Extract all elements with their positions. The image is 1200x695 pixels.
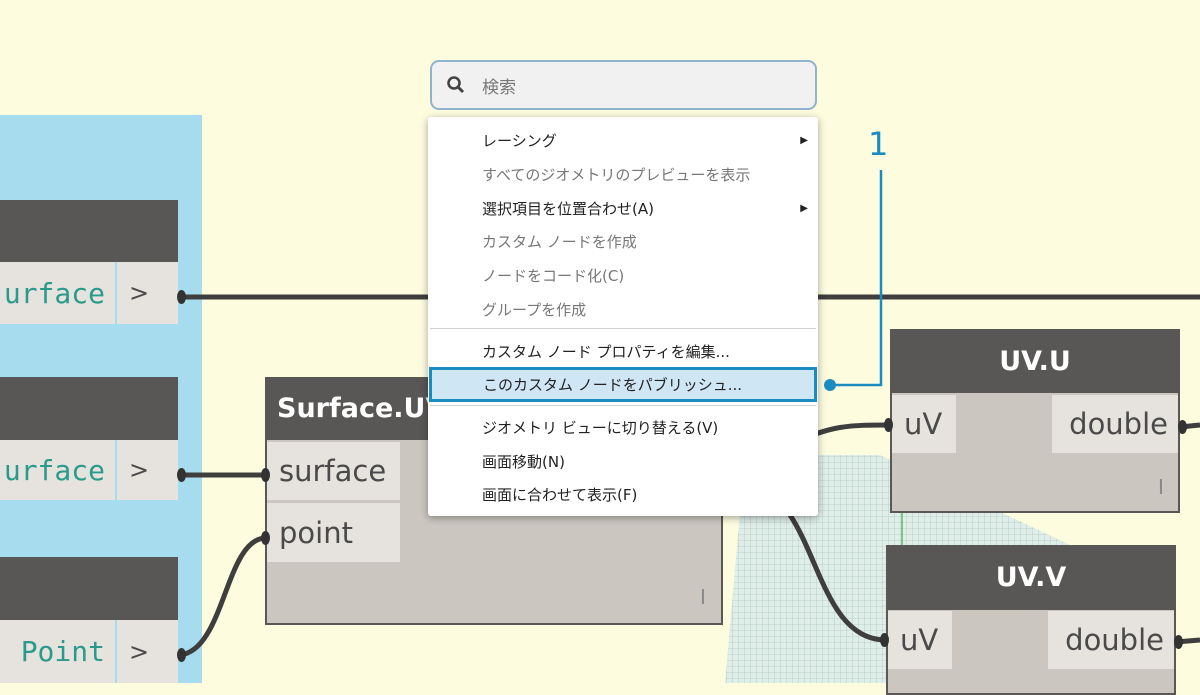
annotation-callout-line (824, 170, 883, 391)
annotation-dot (824, 379, 836, 391)
annotation-number: 1 (868, 125, 889, 163)
